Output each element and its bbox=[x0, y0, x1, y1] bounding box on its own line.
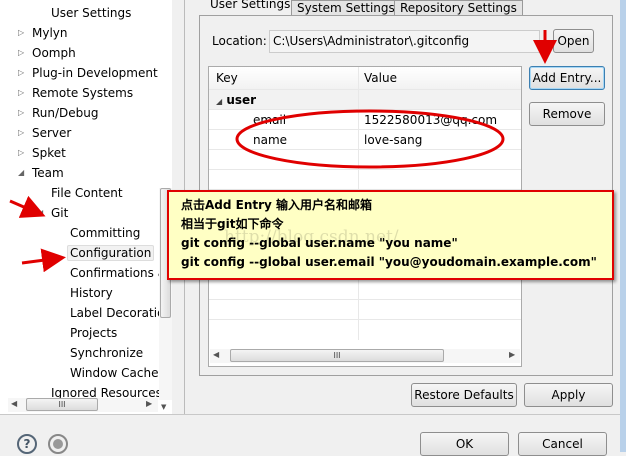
note-line: git config --global user.email "you@youd… bbox=[181, 255, 597, 269]
annotation-note: http://blog.csdn.net/ 点击Add Entry 输入用户名和… bbox=[167, 190, 614, 280]
arrow-git bbox=[9, 195, 46, 218]
note-line: 点击Add Entry 输入用户名和邮箱 bbox=[181, 198, 373, 212]
arrow-configuration bbox=[21, 248, 66, 273]
highlight-ellipse bbox=[235, 109, 505, 169]
watermark: http://blog.csdn.net/ bbox=[224, 227, 399, 247]
